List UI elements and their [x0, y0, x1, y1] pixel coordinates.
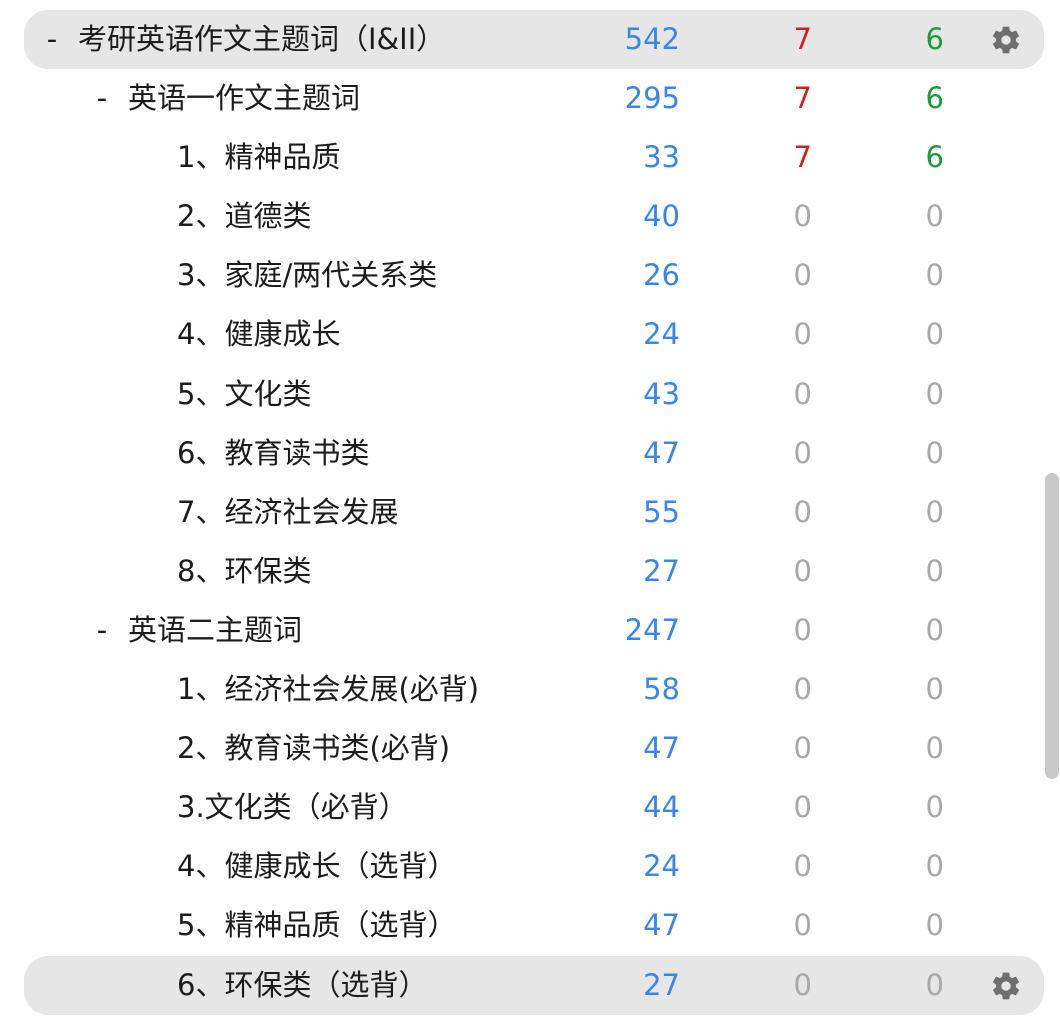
review-count: 0: [925, 317, 944, 352]
deck-name[interactable]: 1、经济社会发展(必背): [177, 660, 479, 719]
learn-count: 0: [793, 435, 812, 470]
review-count: 0: [925, 790, 944, 825]
deck-name[interactable]: 6、教育读书类: [177, 424, 369, 483]
review-count: 0: [925, 553, 944, 588]
new-count: 47: [643, 731, 680, 766]
learn-count: 7: [793, 140, 812, 175]
deck-row[interactable]: 6、教育读书类 47 0 0: [0, 424, 1060, 483]
new-count: 47: [643, 435, 680, 470]
learn-count: 0: [793, 908, 812, 943]
new-count: 27: [643, 967, 680, 1002]
new-count: 24: [643, 317, 680, 352]
deck-name[interactable]: 2、道德类: [177, 187, 311, 246]
collapse-toggle[interactable]: -: [42, 10, 62, 69]
deck-row[interactable]: 4、健康成长 24 0 0: [0, 305, 1060, 364]
learn-count: 0: [793, 199, 812, 234]
deck-name[interactable]: 7、经济社会发展: [177, 483, 398, 542]
learn-count: 0: [793, 553, 812, 588]
learn-count: 7: [793, 22, 812, 56]
deck-name[interactable]: 8、环保类: [177, 542, 311, 601]
learn-count: 0: [793, 849, 812, 884]
deck-row[interactable]: 3、家庭/两代关系类 26 0 0: [0, 246, 1060, 305]
deck-name[interactable]: 1、精神品质: [177, 128, 340, 187]
deck-row[interactable]: 7、经济社会发展 55 0 0: [0, 483, 1060, 542]
deck-name[interactable]: 5、文化类: [177, 365, 311, 424]
new-count: 24: [643, 849, 680, 884]
deck-row[interactable]: - 考研英语作文主题词（I&II） 542 7 6: [0, 10, 1060, 70]
new-count: 542: [624, 22, 680, 56]
deck-row[interactable]: 8、环保类 27 0 0: [0, 542, 1060, 601]
deck-name[interactable]: 3、家庭/两代关系类: [177, 246, 437, 305]
deck-row[interactable]: 2、教育读书类(必背) 47 0 0: [0, 719, 1060, 778]
review-count: 0: [925, 199, 944, 234]
deck-name[interactable]: 5、精神品质（选背）: [177, 896, 456, 955]
deck-name[interactable]: 6、环保类（选背）: [177, 956, 427, 1015]
deck-name[interactable]: 4、健康成长: [177, 305, 340, 364]
review-count: 6: [925, 81, 944, 116]
new-count: 55: [643, 494, 680, 529]
gear-icon[interactable]: [990, 24, 1022, 56]
new-count: 33: [643, 140, 680, 175]
review-count: 0: [925, 849, 944, 884]
review-count: 0: [925, 435, 944, 470]
deck-list: - 考研英语作文主题词（I&II） 542 7 6- 英语一作文主题词 295 7 6 1、精神品…: [0, 10, 1060, 1015]
learn-count: 0: [793, 494, 812, 529]
review-count: 0: [925, 494, 944, 529]
new-count: 247: [624, 612, 680, 647]
deck-row[interactable]: 5、文化类 43 0 0: [0, 365, 1060, 424]
deck-row[interactable]: - 英语一作文主题词 295 7 6: [0, 69, 1060, 128]
new-count: 40: [643, 199, 680, 234]
new-count: 26: [643, 258, 680, 293]
learn-count: 7: [793, 81, 812, 116]
learn-count: 0: [793, 731, 812, 766]
deck-name[interactable]: 考研英语作文主题词（I&II）: [78, 10, 445, 69]
review-count: 6: [925, 140, 944, 175]
deck-name[interactable]: 3.文化类（必背）: [177, 778, 408, 837]
deck-row[interactable]: 6、环保类（选背） 27 0 0: [0, 955, 1060, 1015]
review-count: 0: [925, 731, 944, 766]
learn-count: 0: [793, 672, 812, 707]
learn-count: 0: [793, 376, 812, 411]
review-count: 0: [925, 612, 944, 647]
review-count: 0: [925, 258, 944, 293]
deck-row[interactable]: 3.文化类（必背） 44 0 0: [0, 778, 1060, 837]
new-count: 43: [643, 376, 680, 411]
collapse-toggle[interactable]: -: [92, 69, 112, 128]
collapse-toggle[interactable]: -: [92, 601, 112, 660]
deck-name[interactable]: 4、健康成长（选背）: [177, 837, 456, 896]
review-count: 0: [925, 908, 944, 943]
learn-count: 0: [793, 258, 812, 293]
deck-row[interactable]: 2、道德类 40 0 0: [0, 187, 1060, 246]
new-count: 47: [643, 908, 680, 943]
learn-count: 0: [793, 317, 812, 352]
review-count: 6: [925, 22, 944, 56]
deck-name[interactable]: 2、教育读书类(必背): [177, 719, 450, 778]
learn-count: 0: [793, 612, 812, 647]
learn-count: 0: [793, 790, 812, 825]
deck-name[interactable]: 英语一作文主题词: [128, 69, 360, 128]
learn-count: 0: [793, 967, 812, 1002]
new-count: 58: [643, 672, 680, 707]
new-count: 44: [643, 790, 680, 825]
review-count: 0: [925, 967, 944, 1002]
gear-icon[interactable]: [990, 970, 1022, 1002]
new-count: 295: [624, 81, 680, 116]
new-count: 27: [643, 553, 680, 588]
review-count: 0: [925, 672, 944, 707]
deck-row[interactable]: 5、精神品质（选背） 47 0 0: [0, 896, 1060, 955]
scrollbar-thumb[interactable]: [1045, 473, 1059, 779]
deck-row[interactable]: 1、经济社会发展(必背) 58 0 0: [0, 660, 1060, 719]
deck-name[interactable]: 英语二主题词: [128, 601, 302, 660]
deck-row[interactable]: 4、健康成长（选背） 24 0 0: [0, 837, 1060, 896]
deck-row[interactable]: - 英语二主题词 247 0 0: [0, 601, 1060, 660]
deck-row[interactable]: 1、精神品质 33 7 6: [0, 128, 1060, 187]
review-count: 0: [925, 376, 944, 411]
